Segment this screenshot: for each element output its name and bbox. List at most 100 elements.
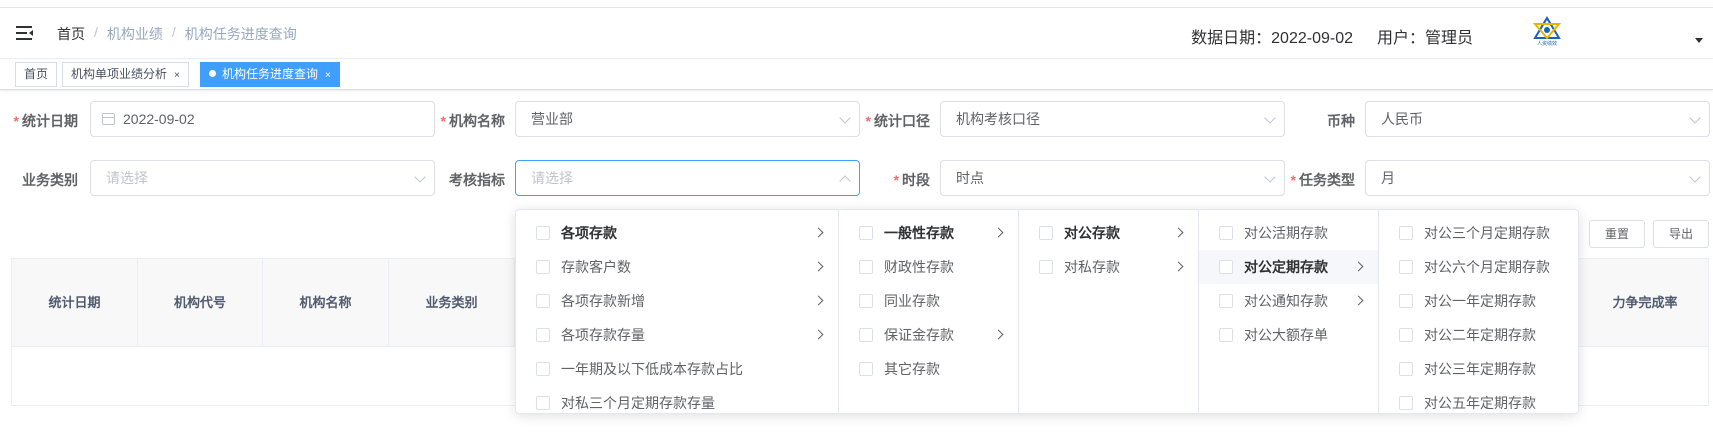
user-menu-caret-icon[interactable] xyxy=(1695,38,1703,43)
biz-type-label: 业务类别 xyxy=(8,170,78,190)
cascader-option[interactable]: 同业存款 xyxy=(839,284,1018,318)
cascader-option[interactable]: 对公五年定期存款 xyxy=(1379,386,1578,413)
cascader-option[interactable]: 对公活期存款 xyxy=(1199,216,1378,250)
cascader-option[interactable]: 对公六个月定期存款 xyxy=(1379,250,1578,284)
chevron-right-icon xyxy=(1173,227,1184,238)
column-header[interactable]: 业务类别 xyxy=(389,259,515,347)
biz-type-select[interactable]: 请选择 xyxy=(90,160,435,196)
cascader-option-label: 对公活期存款 xyxy=(1244,225,1328,241)
cascader-option[interactable]: 保证金存款 xyxy=(839,318,1018,352)
indicator-placeholder: 请选择 xyxy=(531,170,573,186)
cascader-option-label: 对公三年定期存款 xyxy=(1424,361,1536,377)
label-text: 业务类别 xyxy=(22,172,78,188)
chevron-right-icon xyxy=(993,329,1004,340)
cascader-option-label: 对公通知存款 xyxy=(1244,293,1328,309)
cascader-option[interactable]: 对公定期存款 xyxy=(1199,250,1378,284)
label-text: 考核指标 xyxy=(449,172,505,188)
cascader-option-label: 对私存款 xyxy=(1064,259,1120,275)
checkbox-icon[interactable] xyxy=(1399,328,1413,342)
cascader-option[interactable]: 存款客户数 xyxy=(516,250,838,284)
cascader-option[interactable]: 一般性存款 xyxy=(839,216,1018,250)
cascader-option[interactable]: 对公二年定期存款 xyxy=(1379,318,1578,352)
checkbox-icon[interactable] xyxy=(1219,294,1233,308)
org-name-select[interactable]: 营业部 xyxy=(515,101,860,137)
checkbox-icon[interactable] xyxy=(1399,362,1413,376)
cascader-option[interactable]: 对公三年定期存款 xyxy=(1379,352,1578,386)
company-logo[interactable]: 人资绩效 xyxy=(1531,16,1563,52)
checkbox-icon[interactable] xyxy=(536,294,550,308)
checkbox-icon[interactable] xyxy=(1039,260,1053,274)
cascader-option-label: 对公五年定期存款 xyxy=(1424,395,1536,411)
task-type-select[interactable]: 月 xyxy=(1365,160,1710,196)
checkbox-icon[interactable] xyxy=(536,396,550,410)
tag-home[interactable]: 首页 xyxy=(15,62,58,87)
checkbox-icon[interactable] xyxy=(1039,226,1053,240)
checkbox-icon[interactable] xyxy=(536,226,550,240)
cascader-option[interactable]: 各项存款 xyxy=(516,216,838,250)
checkbox-icon[interactable] xyxy=(1399,396,1413,410)
checkbox-icon[interactable] xyxy=(1399,294,1413,308)
checkbox-icon[interactable] xyxy=(536,362,550,376)
column-header[interactable]: 统计日期 xyxy=(12,259,138,347)
active-dot-icon xyxy=(209,70,216,77)
checkbox-icon[interactable] xyxy=(859,226,873,240)
chevron-right-icon xyxy=(813,261,824,272)
tag-close-icon[interactable]: × xyxy=(325,70,331,81)
checkbox-icon[interactable] xyxy=(536,328,550,342)
cascader-option-label: 对公大额存单 xyxy=(1244,327,1328,343)
checkbox-icon[interactable] xyxy=(1219,260,1233,274)
stat-scope-select[interactable]: 机构考核口径 xyxy=(940,101,1285,137)
cascader-option[interactable]: 其它存款 xyxy=(839,352,1018,386)
reset-button[interactable]: 重置 xyxy=(1589,220,1645,248)
column-header[interactable]: 力争完成率 xyxy=(1582,259,1708,347)
tag-close-icon[interactable]: × xyxy=(174,70,180,81)
org-name-value: 营业部 xyxy=(531,111,573,127)
indicator-label: 考核指标 xyxy=(435,170,505,190)
period-select[interactable]: 时点 xyxy=(940,160,1285,196)
checkbox-icon[interactable] xyxy=(536,260,550,274)
cascader-option-label: 各项存款 xyxy=(561,225,617,241)
chevron-right-icon xyxy=(993,227,1004,238)
cascader-option[interactable]: 对公一年定期存款 xyxy=(1379,284,1578,318)
cascader-option-label: 对公定期存款 xyxy=(1244,259,1328,275)
currency-value: 人民币 xyxy=(1381,111,1423,127)
cascader-option[interactable]: 各项存款存量 xyxy=(516,318,838,352)
column-header[interactable]: 机构代号 xyxy=(138,259,263,347)
checkbox-icon[interactable] xyxy=(1399,226,1413,240)
tag-single-performance[interactable]: 机构单项业绩分析 × xyxy=(62,62,189,87)
cascader-option[interactable]: 对公存款 xyxy=(1019,216,1198,250)
checkbox-icon[interactable] xyxy=(1219,328,1233,342)
label-text: 机构名称 xyxy=(449,113,505,129)
checkbox-icon[interactable] xyxy=(1399,260,1413,274)
logo-text: 人资绩效 xyxy=(1536,41,1557,47)
stat-date-picker[interactable]: 2022-09-02 xyxy=(90,101,435,137)
stat-scope-label: * 统计口径 xyxy=(860,111,930,131)
cascader-option[interactable]: 财政性存款 xyxy=(839,250,1018,284)
checkbox-icon[interactable] xyxy=(859,362,873,376)
checkbox-icon[interactable] xyxy=(859,328,873,342)
cascader-option-label: 同业存款 xyxy=(884,293,940,309)
period-label: * 时段 xyxy=(860,170,930,190)
cascader-option[interactable]: 对私三个月定期存款存量 xyxy=(516,386,838,413)
required-mark: * xyxy=(1290,172,1296,188)
cascader-option[interactable]: 各项存款新增 xyxy=(516,284,838,318)
cascader-option[interactable]: 对公通知存款 xyxy=(1199,284,1378,318)
column-header[interactable]: 机构名称 xyxy=(263,259,389,347)
cascader-option-label: 保证金存款 xyxy=(884,327,954,343)
checkbox-icon[interactable] xyxy=(859,294,873,308)
stat-scope-value: 机构考核口径 xyxy=(956,111,1040,127)
cascader-option[interactable]: 对公三个月定期存款 xyxy=(1379,216,1578,250)
export-button[interactable]: 导出 xyxy=(1653,220,1709,248)
page: 首页 / 机构业绩 / 机构任务进度查询 数据日期：2022-09-02 用户：… xyxy=(0,0,1713,437)
task-type-value: 月 xyxy=(1381,170,1395,186)
user-label: 用户：管理员 xyxy=(1376,30,1473,47)
chevron-down-icon xyxy=(1264,171,1276,183)
checkbox-icon[interactable] xyxy=(859,260,873,274)
cascader-option[interactable]: 对公大额存单 xyxy=(1199,318,1378,352)
cascader-option[interactable]: 一年期及以下低成本存款占比 xyxy=(516,352,838,386)
tag-task-progress[interactable]: 机构任务进度查询 × xyxy=(200,62,340,87)
checkbox-icon[interactable] xyxy=(1219,226,1233,240)
indicator-cascader-input[interactable]: 请选择 xyxy=(515,160,860,196)
cascader-option[interactable]: 对私存款 xyxy=(1019,250,1198,284)
currency-select[interactable]: 人民币 xyxy=(1365,101,1710,137)
